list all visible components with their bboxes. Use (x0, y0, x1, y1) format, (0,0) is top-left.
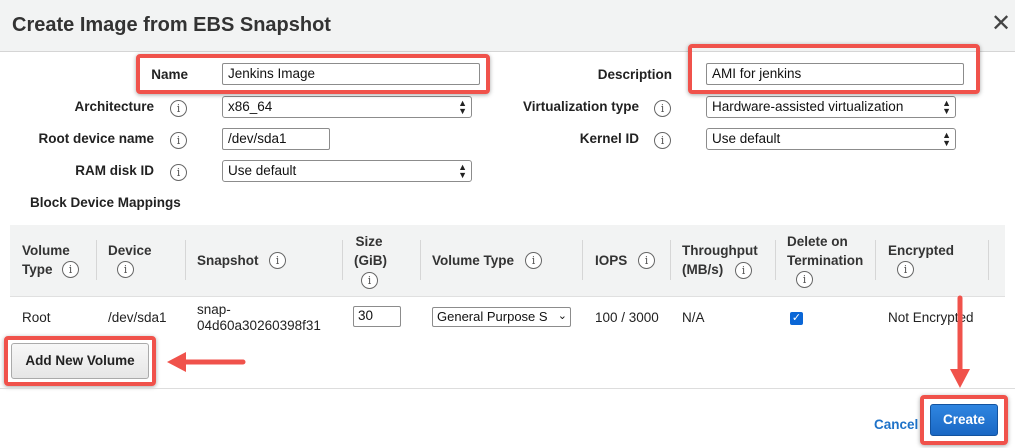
annotation-arrows (167, 295, 970, 388)
left-arrow-icon (167, 352, 246, 372)
down-arrow-icon (950, 295, 970, 388)
